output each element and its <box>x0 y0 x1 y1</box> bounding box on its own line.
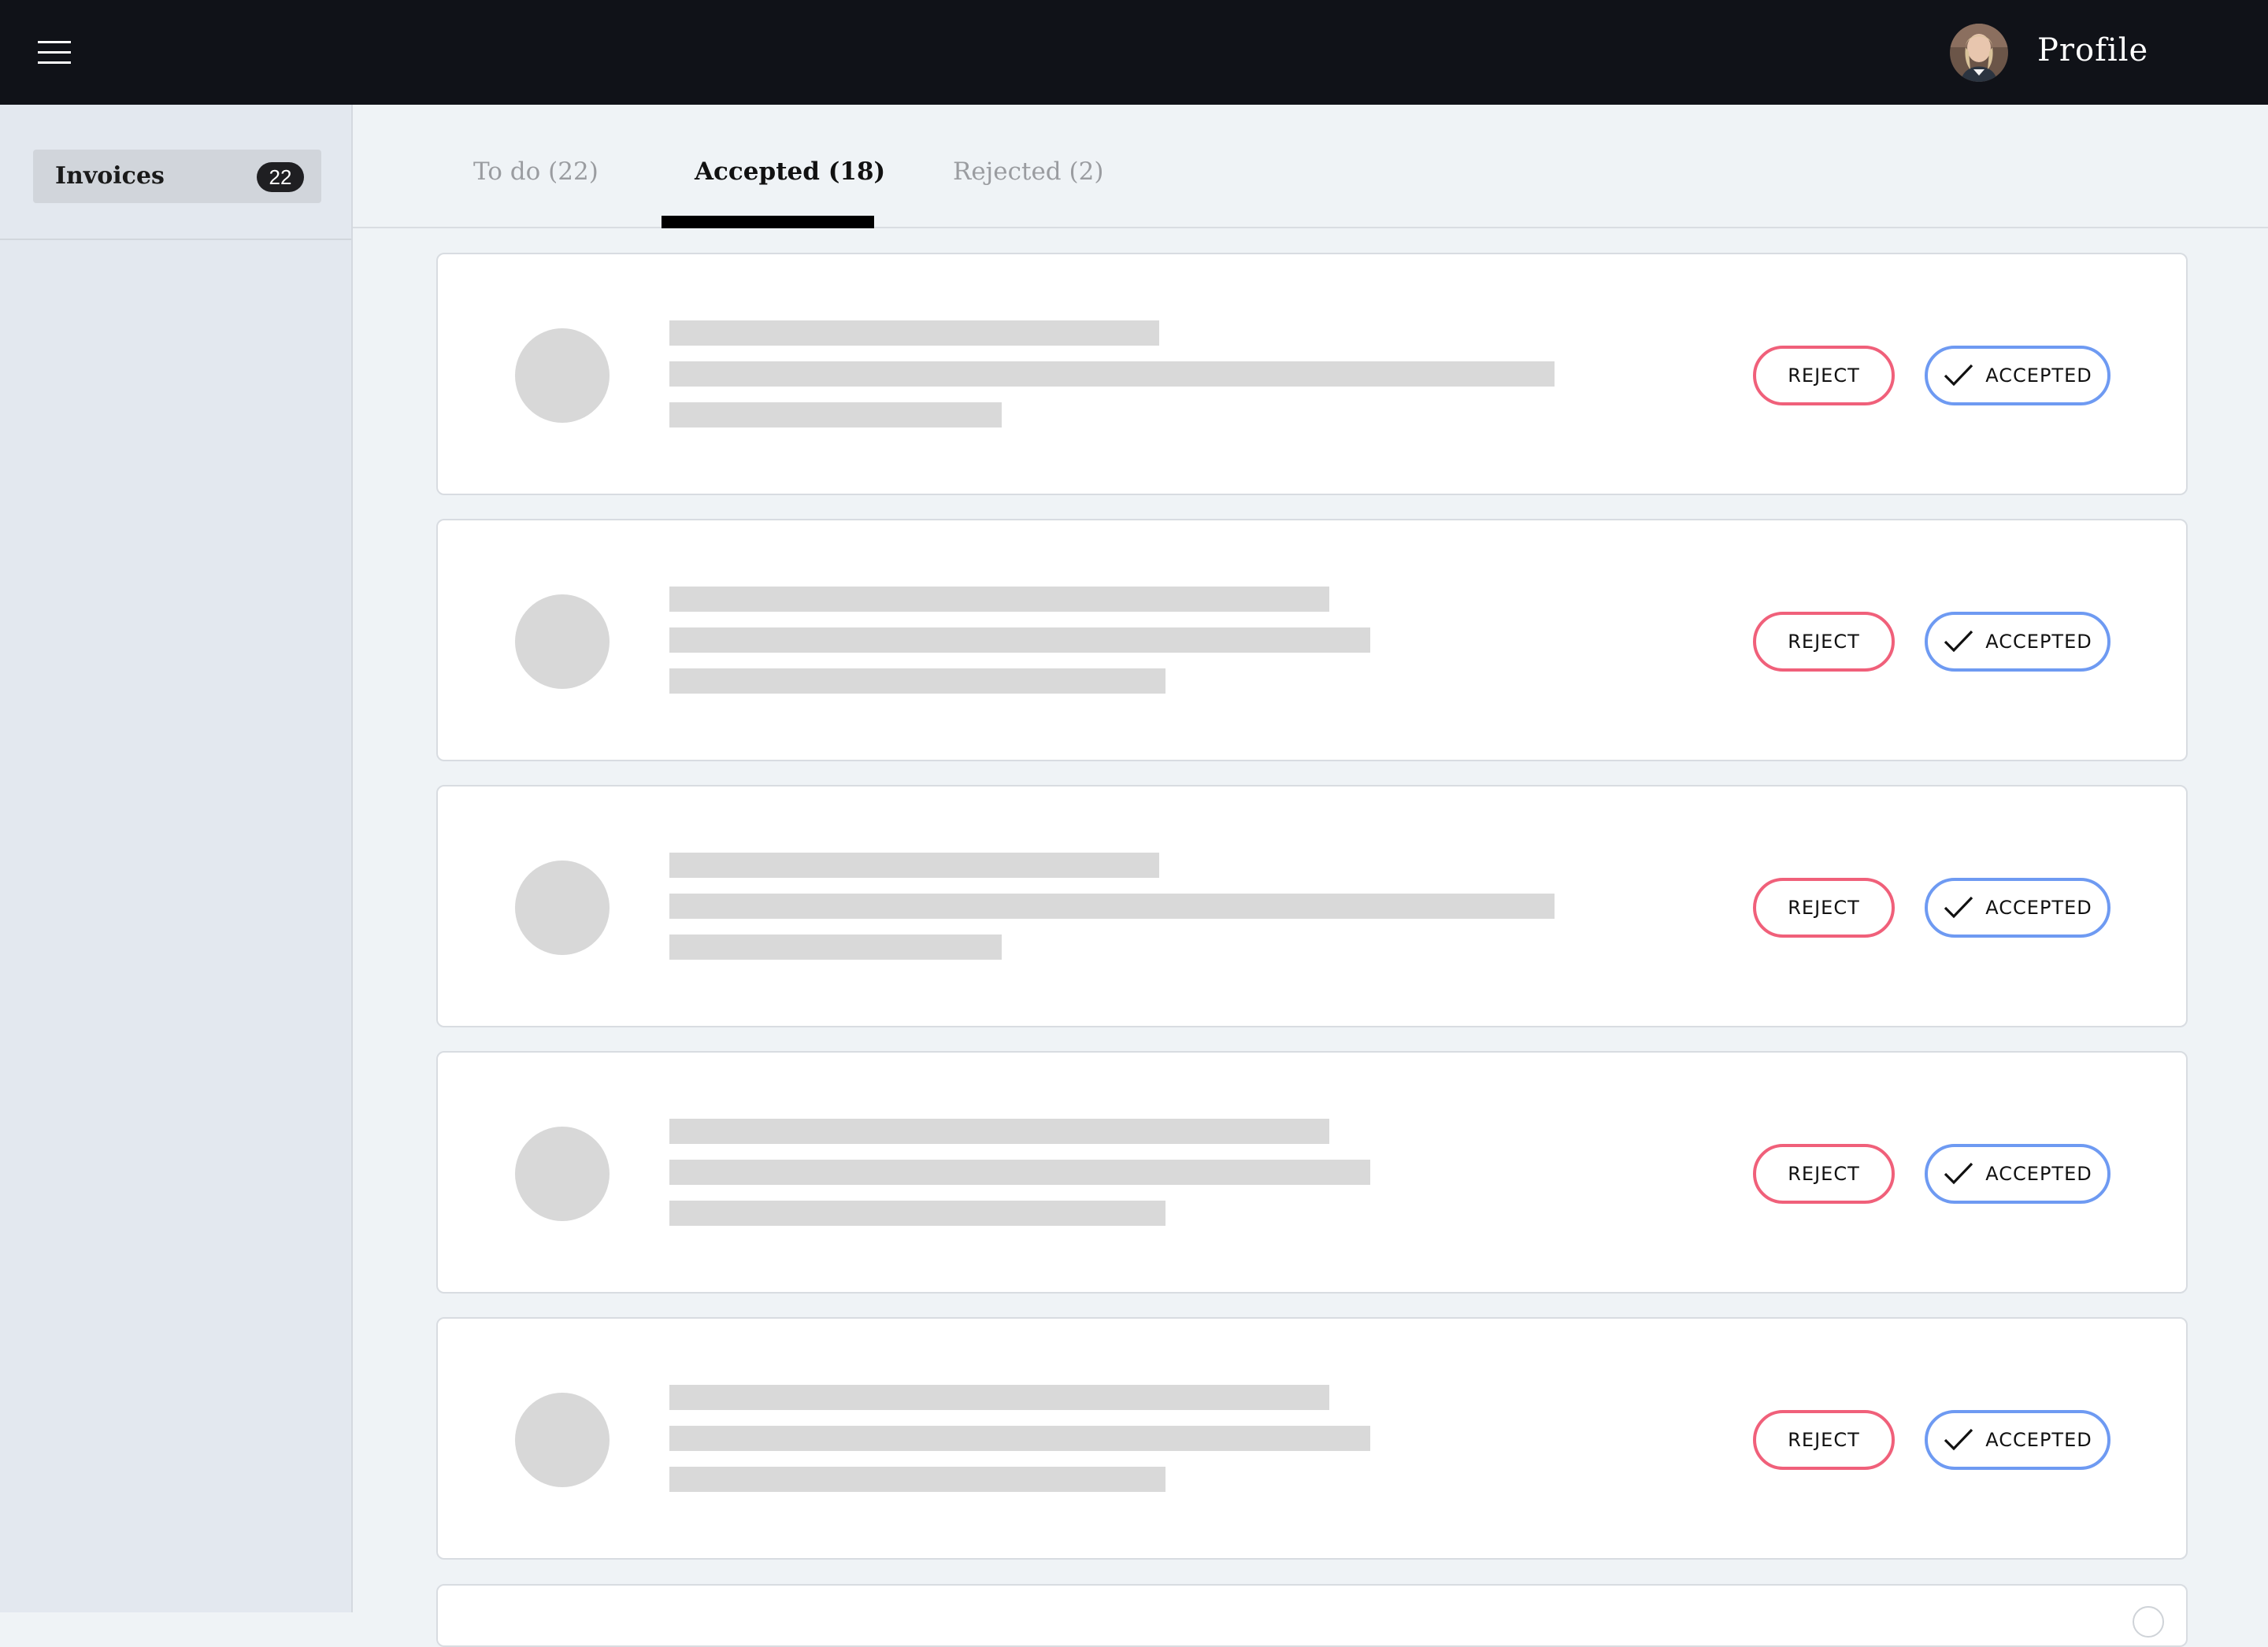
top-navigation-bar: Profile <box>0 0 2268 105</box>
avatar-placeholder <box>515 1127 610 1221</box>
hamburger-menu-icon[interactable] <box>28 33 80 72</box>
skeleton-line <box>669 1119 1329 1144</box>
profile-link[interactable]: Profile <box>2037 28 2148 72</box>
avatar-placeholder <box>515 1393 610 1487</box>
reject-button-label: REJECT <box>1788 1163 1860 1185</box>
reject-button[interactable]: REJECT <box>1753 346 1895 405</box>
accepted-button-label: ACCEPTED <box>1985 1163 2092 1185</box>
accepted-button[interactable]: ACCEPTED <box>1925 346 2110 405</box>
reject-button[interactable]: REJECT <box>1753 878 1895 938</box>
skeleton-line <box>669 320 1159 346</box>
reject-button[interactable]: REJECT <box>1753 612 1895 672</box>
circle-icon <box>2133 1606 2164 1638</box>
skeleton-line <box>669 1467 1166 1492</box>
skeleton-line <box>669 1426 1370 1451</box>
checkmark-icon <box>1943 1427 1974 1453</box>
accepted-button-label: ACCEPTED <box>1985 631 2092 653</box>
sidebar-item-label: Invoices <box>55 162 165 190</box>
invoice-card: REJECT ACCEPTED <box>436 1051 2188 1294</box>
reject-button-label: REJECT <box>1788 1429 1860 1451</box>
accepted-button[interactable]: ACCEPTED <box>1925 1410 2110 1470</box>
invoice-card-partial <box>436 1584 2188 1647</box>
skeleton-line <box>669 361 1555 387</box>
invoice-card: REJECT ACCEPTED <box>436 785 2188 1027</box>
reject-button-label: REJECT <box>1788 631 1860 653</box>
invoice-card: REJECT ACCEPTED <box>436 1317 2188 1560</box>
accepted-button[interactable]: ACCEPTED <box>1925 1144 2110 1204</box>
accepted-button-label: ACCEPTED <box>1985 1429 2092 1451</box>
checkmark-icon <box>1943 629 1974 654</box>
skeleton-line <box>669 587 1329 612</box>
invoice-count-badge: 22 <box>257 162 304 192</box>
accepted-button[interactable]: ACCEPTED <box>1925 612 2110 672</box>
tab-to-do[interactable]: To do (22) <box>473 152 598 191</box>
skeleton-line <box>669 935 1002 960</box>
active-tab-indicator <box>662 216 874 228</box>
reject-button[interactable]: REJECT <box>1753 1144 1895 1204</box>
invoice-card: REJECT ACCEPTED <box>436 253 2188 495</box>
skeleton-line <box>669 1160 1370 1185</box>
checkmark-icon <box>1943 1161 1974 1186</box>
invoice-card: REJECT ACCEPTED <box>436 519 2188 761</box>
sidebar-item-invoices[interactable]: Invoices 22 <box>33 150 321 203</box>
sidebar: Invoices 22 <box>0 105 353 1612</box>
tab-accepted[interactable]: Accepted (18) <box>695 152 885 191</box>
accepted-button[interactable]: ACCEPTED <box>1925 878 2110 938</box>
tab-rejected[interactable]: Rejected (2) <box>953 152 1103 191</box>
reject-button-label: REJECT <box>1788 365 1860 387</box>
status-tabs: To do (22) Accepted (18) Rejected (2) <box>353 105 2268 228</box>
checkmark-icon <box>1943 363 1974 388</box>
reject-button-label: REJECT <box>1788 897 1860 919</box>
reject-button[interactable]: REJECT <box>1753 1410 1895 1470</box>
skeleton-line <box>669 853 1159 878</box>
skeleton-line <box>669 1201 1166 1226</box>
avatar-placeholder <box>515 328 610 423</box>
accepted-button-label: ACCEPTED <box>1985 897 2092 919</box>
avatar-placeholder <box>515 861 610 955</box>
skeleton-line <box>669 402 1002 427</box>
skeleton-line <box>669 1385 1329 1410</box>
accepted-button-label: ACCEPTED <box>1985 365 2092 387</box>
skeleton-line <box>669 894 1555 919</box>
skeleton-line <box>669 668 1166 694</box>
avatar-placeholder <box>515 594 610 689</box>
user-avatar[interactable] <box>1950 24 2008 82</box>
checkmark-icon <box>1943 895 1974 920</box>
sidebar-divider <box>0 239 351 240</box>
skeleton-line <box>669 627 1370 653</box>
